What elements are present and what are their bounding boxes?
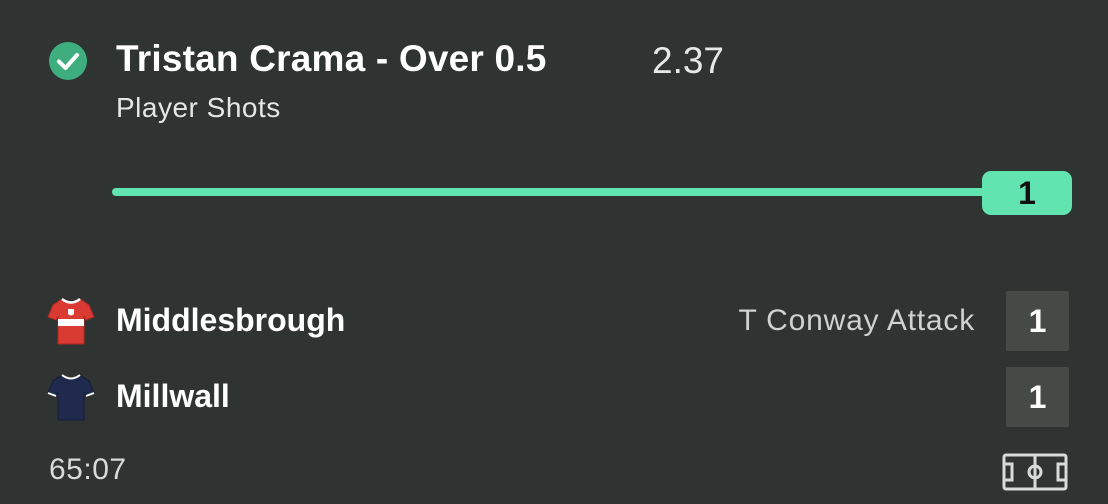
pitch-icon[interactable]	[1002, 453, 1068, 491]
bet-selection-title: Tristan Crama - Over 0.5	[116, 38, 547, 79]
bet-card[interactable]: Tristan Crama - Over 0.5 2.37 Player Sho…	[0, 0, 1108, 504]
away-team-row: Millwall 1	[0, 366, 1108, 428]
bet-market-label: Player Shots	[116, 92, 281, 123]
away-team-name: Millwall	[116, 378, 230, 414]
match-event-status: T Conway Attack	[738, 304, 975, 337]
check-circle-icon	[49, 42, 87, 80]
match-clock: 65:07	[49, 453, 127, 486]
home-team-score: 1	[1006, 291, 1069, 351]
red-shirt-icon	[47, 297, 95, 345]
progress-bar	[112, 188, 992, 196]
progress-value-badge: 1	[982, 171, 1072, 215]
navy-shirt-icon	[47, 374, 95, 421]
bet-odds: 2.37	[652, 40, 725, 81]
away-team-score: 1	[1006, 367, 1069, 427]
home-team-row: Middlesbrough T Conway Attack 1	[0, 290, 1108, 352]
home-team-name: Middlesbrough	[116, 302, 346, 338]
progress-bar-fill	[112, 188, 992, 196]
